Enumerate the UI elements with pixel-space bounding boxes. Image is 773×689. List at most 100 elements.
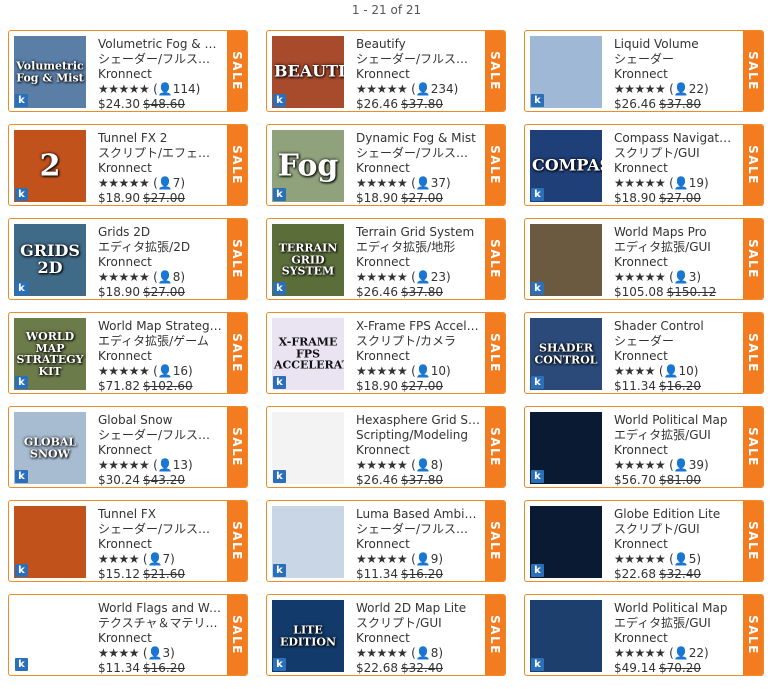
product-card[interactable]: k World Maps Pro エディタ拡張/GUI Kronnect ★★★… (524, 218, 764, 300)
product-card[interactable]: GLOBAL SNOW k Global Snow シェーダー/フルスクリーン … (8, 406, 248, 488)
product-title[interactable]: World Maps Pro (614, 225, 738, 240)
product-publisher[interactable]: Kronnect (356, 537, 480, 552)
product-thumbnail[interactable]: 2 k (14, 130, 86, 202)
product-publisher[interactable]: Kronnect (98, 537, 222, 552)
product-title[interactable]: Volumetric Fog & Mist (98, 37, 222, 52)
product-card[interactable]: k World Flags and Weather テクスチャ＆マテリアル Kr… (8, 594, 248, 676)
product-card[interactable]: 2 k Tunnel FX 2 スクリプト/エフェクト Kronnect ★★★… (8, 124, 248, 206)
product-thumbnail[interactable]: k (14, 600, 86, 672)
product-category[interactable]: スクリプト/GUI (614, 522, 738, 537)
product-title[interactable]: Compass Navigator Pro (614, 131, 738, 146)
product-category[interactable]: エディタ拡張/GUI (614, 428, 738, 443)
product-title[interactable]: World Map Strategy Kit (98, 319, 222, 334)
product-title[interactable]: Globe Edition Lite (614, 507, 738, 522)
product-publisher[interactable]: Kronnect (614, 631, 738, 646)
product-thumbnail[interactable]: k (14, 506, 86, 578)
product-thumbnail[interactable]: k (272, 412, 344, 484)
product-card[interactable]: k World Political Map エディタ拡張/GUI Kronnec… (524, 406, 764, 488)
product-thumbnail[interactable]: k (530, 506, 602, 578)
product-thumbnail[interactable]: k (530, 36, 602, 108)
product-title[interactable]: Luma Based Ambient Occlusion (356, 507, 480, 522)
product-category[interactable]: テクスチャ＆マテリアル (98, 616, 222, 631)
product-category[interactable]: シェーダー/フルスクリーン (98, 522, 222, 537)
product-thumbnail[interactable]: k (272, 506, 344, 578)
product-title[interactable]: World Political Map (614, 413, 738, 428)
product-publisher[interactable]: Kronnect (356, 161, 480, 176)
product-card[interactable]: k World Political Map エディタ拡張/GUI Kronnec… (524, 594, 764, 676)
product-card[interactable]: LITE EDITION k World 2D Map Lite スクリプト/G… (266, 594, 506, 676)
product-thumbnail[interactable]: Volumetric Fog & Mist k (14, 36, 86, 108)
product-title[interactable]: World Political Map (614, 601, 738, 616)
product-card[interactable]: k Luma Based Ambient Occlusion シェーダー/フルス… (266, 500, 506, 582)
product-title[interactable]: Tunnel FX 2 (98, 131, 222, 146)
product-title[interactable]: Liquid Volume (614, 37, 738, 52)
product-thumbnail[interactable]: COMPASS k (530, 130, 602, 202)
product-publisher[interactable]: Kronnect (614, 537, 738, 552)
product-category[interactable]: Scripting/Modeling (356, 428, 480, 443)
product-title[interactable]: World Flags and Weather (98, 601, 222, 616)
product-publisher[interactable]: Kronnect (356, 255, 480, 270)
product-category[interactable]: スクリプト/GUI (356, 616, 480, 631)
product-category[interactable]: シェーダー (614, 334, 738, 349)
product-card[interactable]: k Hexasphere Grid System Scripting/Model… (266, 406, 506, 488)
product-card[interactable]: COMPASS k Compass Navigator Pro スクリプト/GU… (524, 124, 764, 206)
product-card[interactable]: BEAUTIFY k Beautify シェーダー/フルスクリーン Kronne… (266, 30, 506, 112)
product-title[interactable]: Hexasphere Grid System (356, 413, 480, 428)
product-publisher[interactable]: Kronnect (356, 631, 480, 646)
product-publisher[interactable]: Kronnect (614, 349, 738, 364)
product-category[interactable]: シェーダー/フルスクリーン (98, 52, 222, 67)
product-card[interactable]: k Liquid Volume シェーダー Kronnect ★★★★★ (👤2… (524, 30, 764, 112)
product-publisher[interactable]: Kronnect (356, 349, 480, 364)
product-publisher[interactable]: Kronnect (614, 443, 738, 458)
product-thumbnail[interactable]: k (530, 224, 602, 296)
product-title[interactable]: Beautify (356, 37, 480, 52)
product-thumbnail[interactable]: X-FRAME FPS ACCELERATOR k (272, 318, 344, 390)
product-publisher[interactable]: Kronnect (98, 161, 222, 176)
product-publisher[interactable]: Kronnect (98, 255, 222, 270)
product-publisher[interactable]: Kronnect (614, 67, 738, 82)
product-thumbnail[interactable]: LITE EDITION k (272, 600, 344, 672)
product-category[interactable]: スクリプト/GUI (614, 146, 738, 161)
product-category[interactable]: エディタ拡張/地形 (356, 240, 480, 255)
product-publisher[interactable]: Kronnect (614, 161, 738, 176)
product-category[interactable]: エディタ拡張/ゲーム (98, 334, 222, 349)
product-thumbnail[interactable]: WORLD MAP STRATEGY KIT k (14, 318, 86, 390)
product-category[interactable]: シェーダー/フルスクリーン (356, 522, 480, 537)
product-card[interactable]: GRIDS 2D k Grids 2D エディタ拡張/2D Kronnect ★… (8, 218, 248, 300)
product-category[interactable]: シェーダー (614, 52, 738, 67)
product-category[interactable]: シェーダー/フルスクリーン (356, 52, 480, 67)
product-title[interactable]: Shader Control (614, 319, 738, 334)
product-category[interactable]: スクリプト/エフェクト (98, 146, 222, 161)
product-publisher[interactable]: Kronnect (614, 255, 738, 270)
product-title[interactable]: Terrain Grid System (356, 225, 480, 240)
product-title[interactable]: Dynamic Fog & Mist (356, 131, 480, 146)
product-publisher[interactable]: Kronnect (98, 349, 222, 364)
product-thumbnail[interactable]: GRIDS 2D k (14, 224, 86, 296)
product-thumbnail[interactable]: BEAUTIFY k (272, 36, 344, 108)
product-category[interactable]: エディタ拡張/GUI (614, 616, 738, 631)
product-title[interactable]: X-Frame FPS Accelerator (356, 319, 480, 334)
product-card[interactable]: TERRAIN GRID SYSTEM k Terrain Grid Syste… (266, 218, 506, 300)
product-publisher[interactable]: Kronnect (98, 443, 222, 458)
product-card[interactable]: X-FRAME FPS ACCELERATOR k X-Frame FPS Ac… (266, 312, 506, 394)
product-category[interactable]: エディタ拡張/2D (98, 240, 222, 255)
product-thumbnail[interactable]: k (530, 412, 602, 484)
product-card[interactable]: WORLD MAP STRATEGY KIT k World Map Strat… (8, 312, 248, 394)
product-publisher[interactable]: Kronnect (98, 67, 222, 82)
product-publisher[interactable]: Kronnect (356, 67, 480, 82)
product-thumbnail[interactable]: Fog k (272, 130, 344, 202)
product-title[interactable]: Tunnel FX (98, 507, 222, 522)
product-category[interactable]: シェーダー/フルスクリーン (98, 428, 222, 443)
product-card[interactable]: SHADER CONTROL k Shader Control シェーダー Kr… (524, 312, 764, 394)
product-category[interactable]: スクリプト/カメラ (356, 334, 480, 349)
product-publisher[interactable]: Kronnect (98, 631, 222, 646)
product-category[interactable]: エディタ拡張/GUI (614, 240, 738, 255)
product-card[interactable]: k Globe Edition Lite スクリプト/GUI Kronnect … (524, 500, 764, 582)
product-title[interactable]: Grids 2D (98, 225, 222, 240)
product-category[interactable]: シェーダー/フルスクリーン (356, 146, 480, 161)
product-thumbnail[interactable]: k (530, 600, 602, 672)
product-thumbnail[interactable]: GLOBAL SNOW k (14, 412, 86, 484)
product-card[interactable]: k Tunnel FX シェーダー/フルスクリーン Kronnect ★★★★ … (8, 500, 248, 582)
product-title[interactable]: Global Snow (98, 413, 222, 428)
product-publisher[interactable]: Kronnect (356, 443, 480, 458)
